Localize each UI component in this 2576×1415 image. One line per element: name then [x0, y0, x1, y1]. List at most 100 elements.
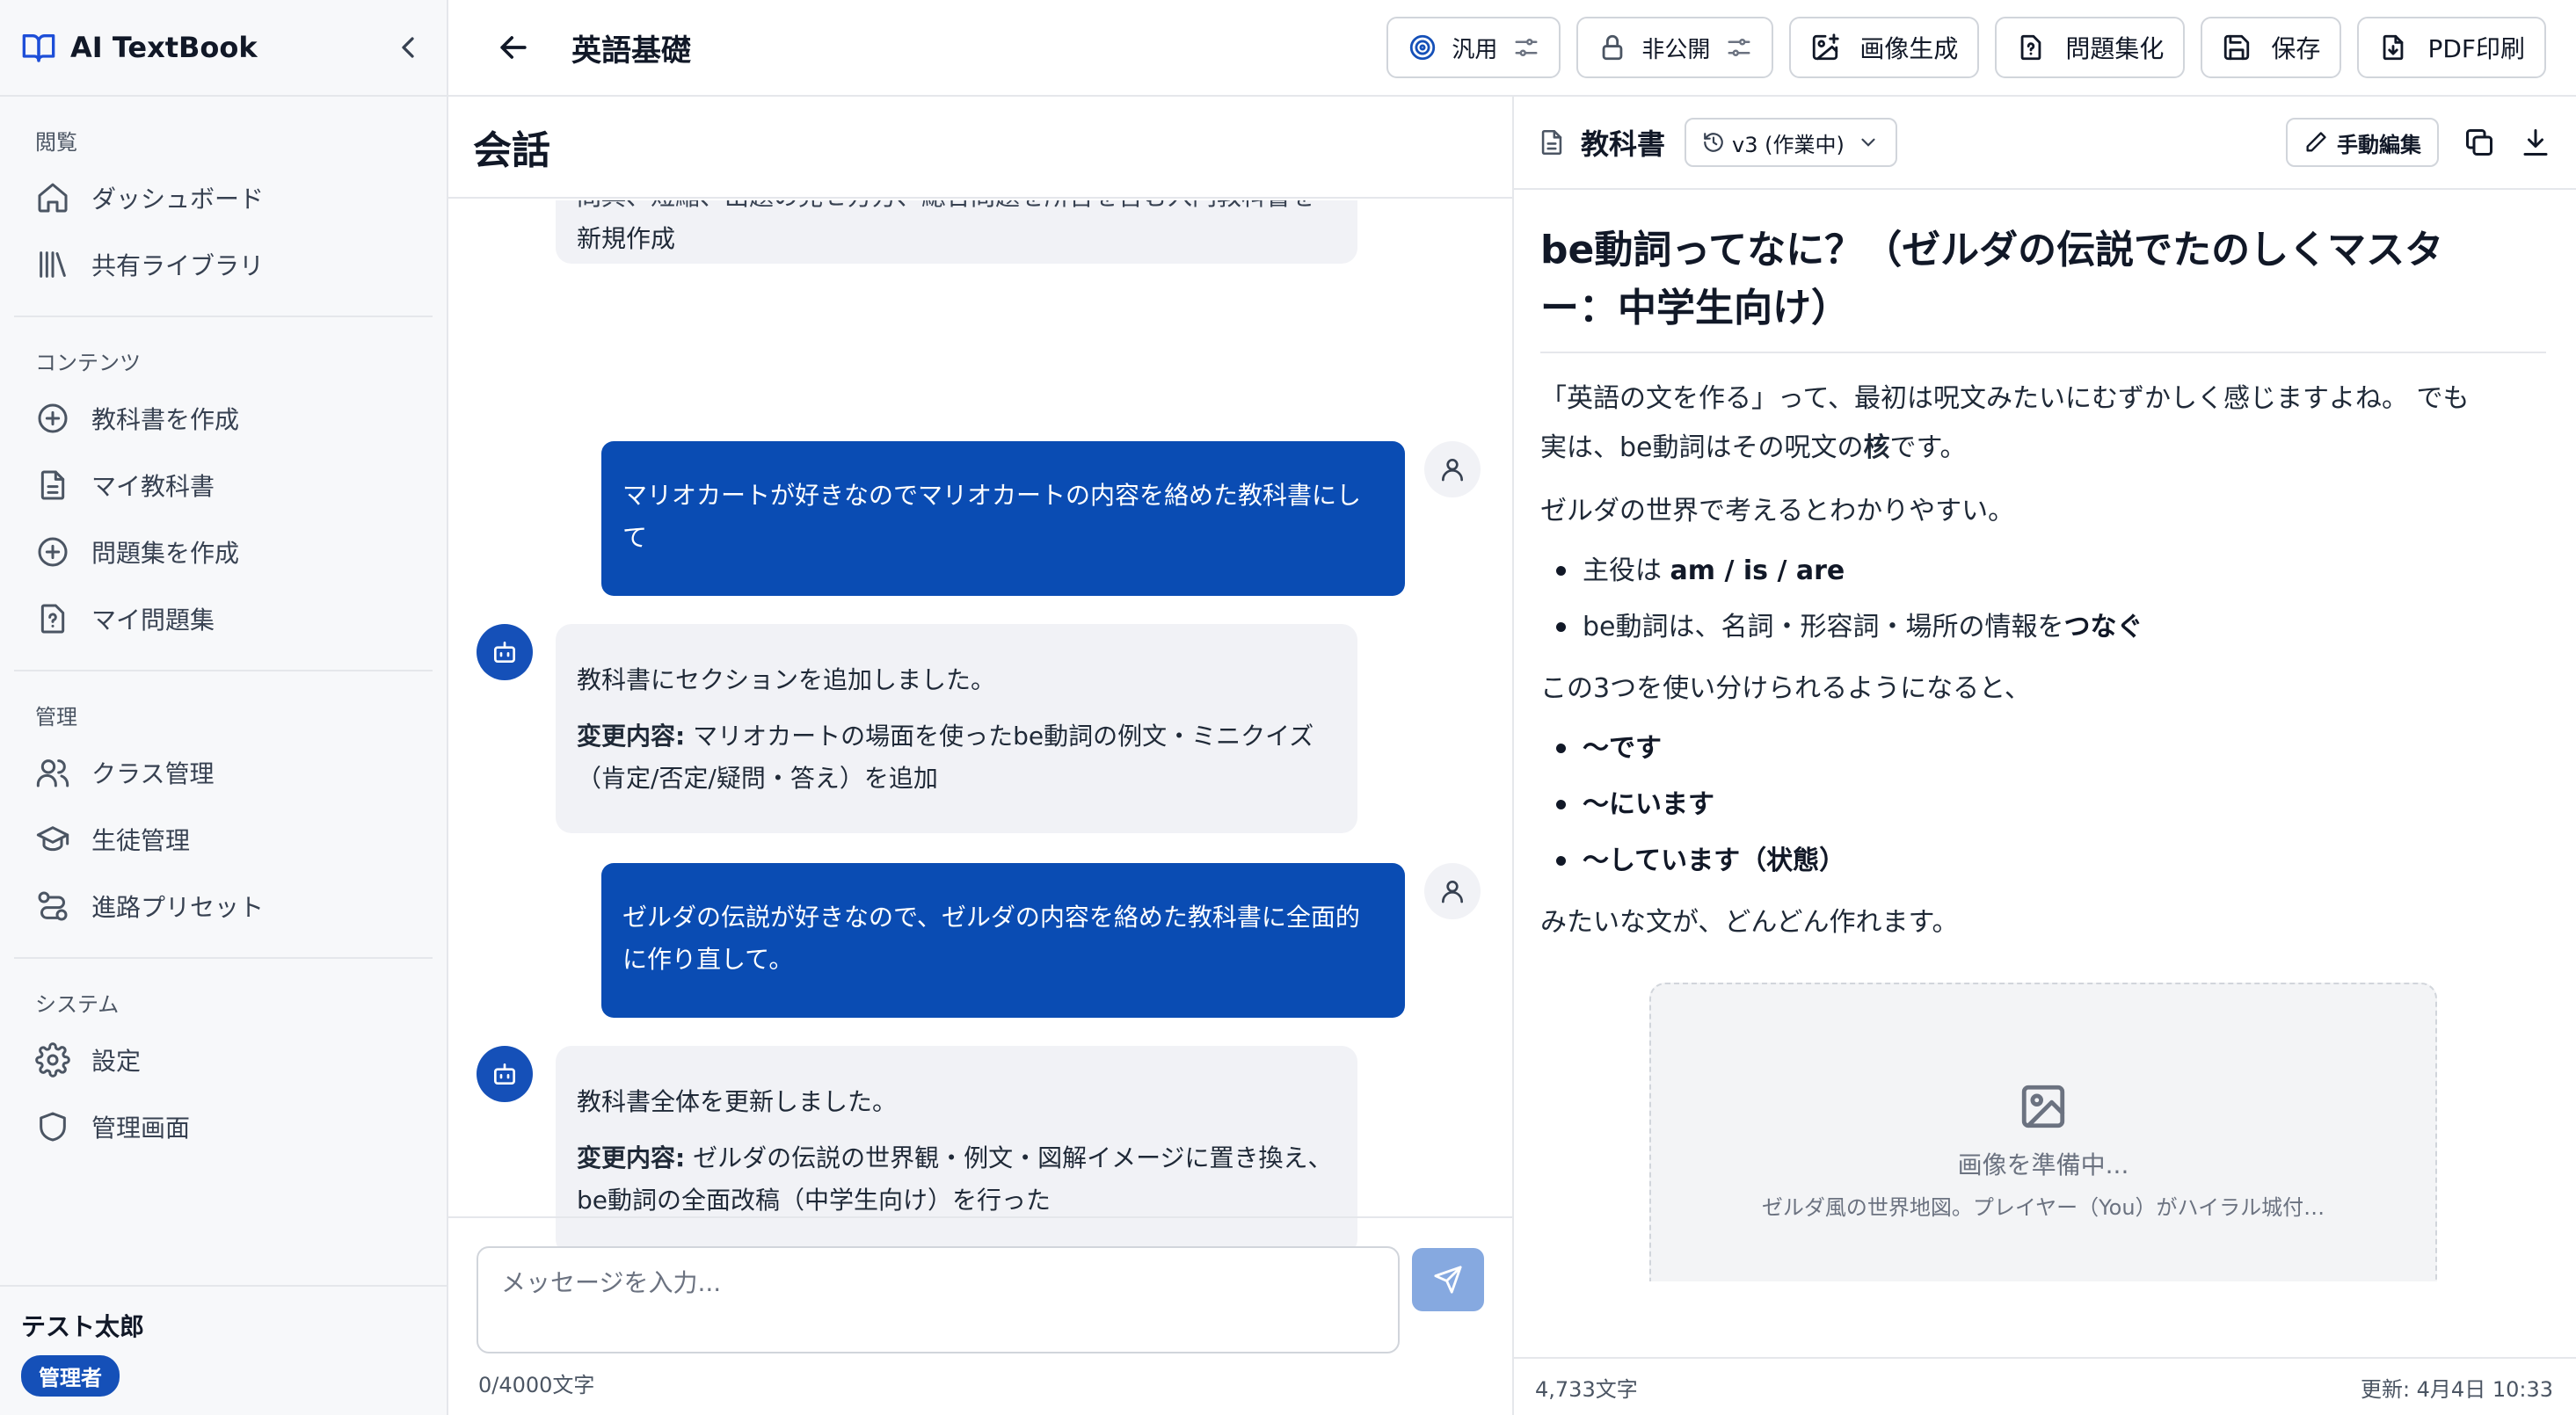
- send-button[interactable]: [1412, 1248, 1484, 1311]
- paragraph: 「英語の文を作る」って、最初は呪文みたいにむずかしく感じますよね。 でも 実は、…: [1540, 374, 2546, 473]
- sidebar-item-label: 教科書を作成: [91, 405, 240, 434]
- copy-icon[interactable]: [2463, 127, 2495, 158]
- change-text: ゼルダの伝説の世界観・例文・図解イメージに置き換え、: [685, 1143, 1333, 1172]
- document-content[interactable]: be動詞ってなに？（ゼルダの伝説でたのしくマスタ ー：中学生向け） 「英語の文を…: [1514, 192, 2576, 1415]
- change-label: 変更内容:: [577, 722, 686, 751]
- convert-to-workbook-button[interactable]: 問題集化: [1995, 17, 2186, 78]
- sidebar-header: AI TextBook: [0, 0, 447, 97]
- image-icon: [2018, 1081, 2069, 1132]
- ai-message: 問典、短縮、出題の見せ方方、総合問題を所含を含む入門教科書を 新規作成: [556, 200, 1357, 264]
- sidebar-section-label: 閲覧: [35, 130, 77, 155]
- bold-text: 〜です: [1583, 733, 1662, 764]
- bot-avatar: [477, 624, 533, 680]
- sidebar-item-create-workbook[interactable]: 問題集を作成: [14, 519, 433, 585]
- paragraph-line: 実は、be動詞はその呪文の核です。: [1540, 424, 2546, 473]
- sidebar-item-my-workbooks[interactable]: マイ問題集: [14, 585, 433, 652]
- sidebar: AI TextBook 閲覧 ダッシュボード 共有ライブラリ コンテンツ 教科書…: [0, 0, 448, 1415]
- version-label: v3 (作業中): [1732, 132, 1845, 157]
- visibility-label: 非公開: [1641, 36, 1711, 63]
- user-message: マリオカートが好きなのでマリオカートの内容を絡めた教科書にし て: [601, 441, 1405, 596]
- sidebar-item-dashboard[interactable]: ダッシュボード: [14, 164, 433, 231]
- download-icon[interactable]: [2520, 127, 2551, 158]
- pdf-print-label: PDF印刷: [2427, 34, 2525, 63]
- graduation-cap-icon: [35, 822, 70, 857]
- route-icon: [35, 889, 70, 924]
- role-badge: 管理者: [21, 1355, 120, 1397]
- sidebar-section-content: コンテンツ 教科書を作成 マイ教科書 問題集を作成 マイ問題集: [14, 317, 433, 671]
- message-list[interactable]: 問典、短縮、出題の見せ方方、総合問題を所含を含む入門教科書を 新規作成 マリオカ…: [448, 200, 1512, 1313]
- bot-avatar: [477, 1046, 533, 1102]
- toolbar: 汎用 非公開 画像生成 問題集化 保存 PDF印刷: [1386, 17, 2576, 78]
- manual-edit-button[interactable]: 手動編集: [2286, 118, 2439, 167]
- arrow-left-icon[interactable]: [494, 28, 533, 67]
- sidebar-section-label: 管理: [35, 705, 77, 729]
- paragraph: ゼルダの世界で考えるとわかりやすい。: [1540, 496, 2015, 526]
- book-open-icon: [21, 30, 56, 65]
- sidebar-nav: 閲覧 ダッシュボード 共有ライブラリ コンテンツ 教科書を作成 マイ教科書 問題…: [0, 97, 447, 1178]
- message-text: 教科書全体を更新しました。: [577, 1087, 898, 1116]
- mode-button[interactable]: 汎用: [1386, 17, 1561, 78]
- list-item: 主役は am / is / are: [1540, 543, 2546, 599]
- file-question-icon: [2016, 33, 2046, 62]
- paragraph: この3つを使い分けられるようになると、: [1540, 673, 2031, 704]
- sidebar-item-shared-library[interactable]: 共有ライブラリ: [14, 231, 433, 298]
- sidebar-item-label: 共有ライブラリ: [91, 251, 265, 280]
- document-panel: 教科書 v3 (作業中) 手動編集 be動詞ってなに？（ゼルダの伝説でたのしくマ…: [1514, 97, 2576, 1415]
- plus-circle-icon: [35, 401, 70, 436]
- file-text-icon: [1537, 127, 1567, 157]
- plus-circle-icon: [35, 534, 70, 570]
- sidebar-section-label: コンテンツ: [35, 351, 141, 375]
- user-profile[interactable]: テスト太郎 管理者: [0, 1285, 447, 1415]
- visibility-button[interactable]: 非公開: [1576, 17, 1774, 78]
- file-download-icon: [2378, 33, 2408, 62]
- message-composer: メッセージを入力... 0/4000文字: [448, 1216, 1512, 1415]
- sidebar-item-label: マイ問題集: [91, 606, 215, 635]
- app-brand: AI TextBook: [70, 31, 258, 64]
- text-run: 主役は: [1583, 555, 1670, 586]
- library-icon: [35, 247, 70, 282]
- sidebar-item-label: 生徒管理: [91, 826, 191, 855]
- sidebar-item-create-textbook[interactable]: 教科書を作成: [14, 385, 433, 452]
- list-item: 〜です: [1540, 721, 2546, 777]
- user-icon: [1442, 459, 1463, 482]
- sidebar-item-career-presets[interactable]: 進路プリセット: [14, 873, 433, 940]
- sidebar-item-label: ダッシュボード: [91, 185, 265, 214]
- message-input[interactable]: メッセージを入力...: [477, 1246, 1400, 1353]
- sidebar-section-management: 管理 クラス管理 生徒管理 進路プリセット: [14, 671, 433, 959]
- sidebar-item-label: 進路プリセット: [91, 893, 265, 922]
- message-line: 問典、短縮、出題の見せ方方、総合問題を所含を含む入門教科書を: [577, 200, 1336, 218]
- version-select[interactable]: v3 (作業中): [1685, 118, 1897, 167]
- message-line: ゼルダの伝説が好きなので、ゼルダの内容を絡めた教科書に全面的: [622, 903, 1360, 932]
- change-summary: 変更内容: ゼルダの伝説の世界観・例文・図解イメージに置き換え、: [577, 1137, 1336, 1179]
- bold-text: am / is / are: [1670, 555, 1845, 586]
- bullet-list: 〜です 〜にいます 〜しています（状態）: [1540, 721, 2546, 889]
- chevron-left-icon[interactable]: [390, 30, 426, 65]
- user-avatar: [1424, 863, 1481, 919]
- text-run: be動詞は、名詞・形容詞・場所の情報を: [1583, 612, 2064, 642]
- sidebar-item-settings[interactable]: 設定: [14, 1027, 433, 1093]
- chat-title: 会話: [473, 128, 550, 173]
- sliders-icon: [1513, 34, 1539, 61]
- image-caption: ゼルダ風の世界地図。プレイヤー（You）がハイラル城付…: [1761, 1195, 2325, 1220]
- sidebar-item-label: 設定: [91, 1047, 142, 1076]
- sidebar-item-admin[interactable]: 管理画面: [14, 1093, 433, 1160]
- send-icon: [1434, 1266, 1462, 1294]
- message-line: て: [622, 523, 648, 552]
- sidebar-item-student-management[interactable]: 生徒管理: [14, 806, 433, 873]
- change-label: 変更内容:: [577, 1143, 686, 1172]
- shield-icon: [35, 1109, 70, 1144]
- sidebar-section-browse: 閲覧 ダッシュボード 共有ライブラリ: [14, 97, 433, 317]
- image-generate-label: 画像生成: [1859, 34, 1959, 63]
- image-generate-button[interactable]: 画像生成: [1789, 17, 1980, 78]
- home-icon: [35, 180, 70, 215]
- sidebar-item-class-management[interactable]: クラス管理: [14, 739, 433, 806]
- text-run: です。: [1889, 432, 1967, 463]
- save-icon: [2222, 33, 2252, 62]
- save-button[interactable]: 保存: [2201, 17, 2342, 78]
- bold-text: 核: [1863, 432, 1890, 463]
- text-run: 実は、be動詞はその呪文の: [1540, 432, 1864, 463]
- sidebar-item-my-textbooks[interactable]: マイ教科書: [14, 452, 433, 519]
- pdf-print-button[interactable]: PDF印刷: [2357, 17, 2546, 78]
- document-heading: be動詞ってなに？（ゼルダの伝説でたのしくマスタ ー：中学生向け）: [1540, 221, 2546, 353]
- page-title: 英語基礎: [571, 33, 691, 69]
